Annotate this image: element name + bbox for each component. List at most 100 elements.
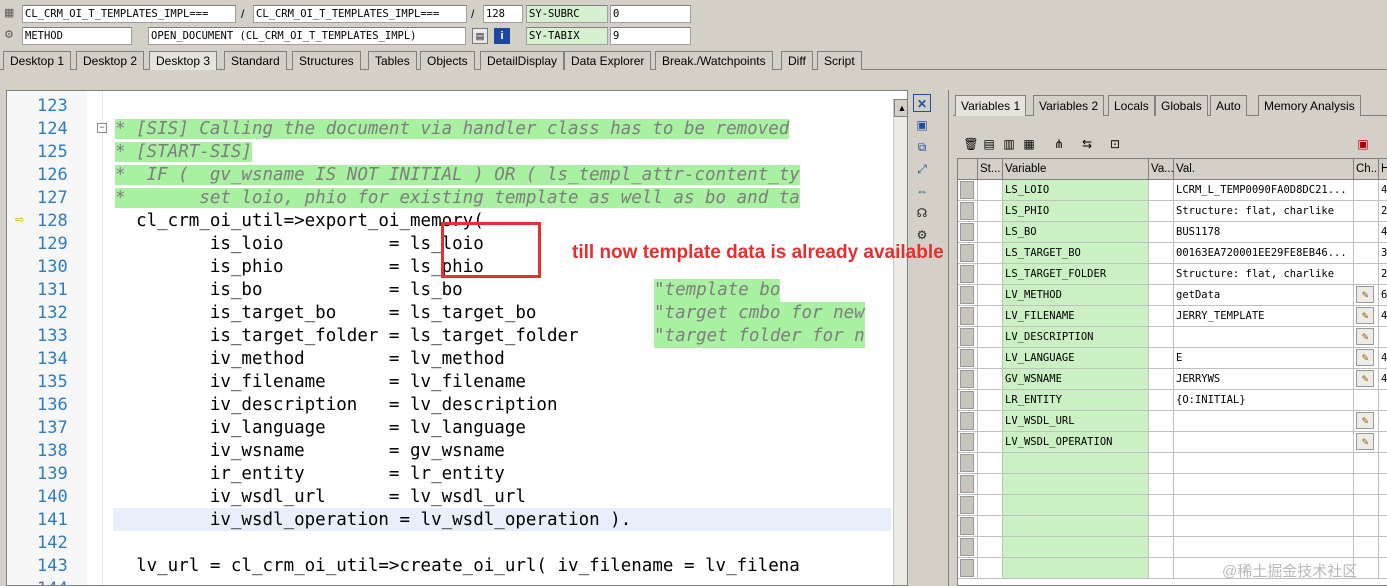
- code-line[interactable]: iv_language = lv_language: [115, 417, 526, 440]
- variable-name-cell[interactable]: LS_PHIO: [1003, 201, 1149, 222]
- variable-value-cell[interactable]: [1174, 474, 1354, 495]
- tab-standard[interactable]: Standard: [224, 51, 287, 70]
- variable-value-cell[interactable]: [1174, 453, 1354, 474]
- row-select-handle[interactable]: [960, 538, 974, 556]
- edit-pencil-icon[interactable]: ✎: [1356, 349, 1374, 366]
- variable-value-cell[interactable]: 00163EA720001EE29FE8EB46...: [1174, 243, 1354, 264]
- new-tool-icon[interactable]: ▣: [913, 116, 931, 134]
- variable-value-cell[interactable]: [1174, 411, 1354, 432]
- code-line[interactable]: lv_url = cl_crm_oi_util=>create_oi_url( …: [115, 555, 800, 578]
- navigate-icon[interactable]: ⇆: [1079, 136, 1095, 152]
- variable-name-cell[interactable]: LS_BO: [1003, 222, 1149, 243]
- row-select-handle[interactable]: [960, 265, 974, 283]
- source-code-editor[interactable]: 123 124 * [SIS] Calling the document via h…: [6, 90, 908, 586]
- row-select-handle[interactable]: [960, 433, 974, 451]
- edit-pencil-icon[interactable]: ✎: [1356, 307, 1374, 324]
- tab-auto[interactable]: Auto: [1210, 95, 1247, 116]
- row-select-handle[interactable]: [960, 517, 974, 535]
- variable-name-cell[interactable]: LR_ENTITY: [1003, 390, 1149, 411]
- variable-value-cell[interactable]: [1174, 495, 1354, 516]
- line-number-field[interactable]: 128: [483, 5, 523, 23]
- tab-diff[interactable]: Diff: [781, 51, 813, 70]
- tab-variables-1[interactable]: Variables 1: [955, 95, 1027, 116]
- code-line[interactable]: cl_crm_oi_util=>export_oi_memory(: [115, 210, 484, 233]
- row-select-handle[interactable]: [960, 454, 974, 472]
- variable-name-cell[interactable]: GV_WSNAME: [1003, 369, 1149, 390]
- variable-value-cell[interactable]: [1174, 537, 1354, 558]
- tab-locals[interactable]: Locals: [1108, 95, 1155, 116]
- code-line[interactable]: ir_entity = lr_entity: [115, 463, 505, 486]
- variable-name-cell[interactable]: LV_METHOD: [1003, 285, 1149, 306]
- info-icon[interactable]: i: [494, 28, 510, 44]
- variable-name-cell[interactable]: LS_TARGET_FOLDER: [1003, 264, 1149, 285]
- scroll-up-icon[interactable]: ▲: [894, 99, 907, 117]
- code-line[interactable]: is_bo = ls_bo: [115, 279, 463, 302]
- settings-icon[interactable]: ⚙: [913, 226, 931, 244]
- edit-pencil-icon[interactable]: ✎: [1356, 370, 1374, 387]
- row-select-handle[interactable]: [960, 559, 974, 577]
- tab-script[interactable]: Script: [817, 51, 862, 70]
- folder-icon[interactable]: ⊡: [1107, 136, 1123, 152]
- code-line[interactable]: iv_wsdl_operation = lv_wsdl_operation ).: [115, 509, 631, 532]
- variable-value-cell[interactable]: getData: [1174, 285, 1354, 306]
- tab-structures[interactable]: Structures: [292, 51, 361, 70]
- edit-pencil-icon[interactable]: ✎: [1356, 412, 1374, 429]
- row-select-handle[interactable]: [960, 412, 974, 430]
- column-header-status[interactable]: St...: [978, 159, 1003, 180]
- row-select-handle[interactable]: [960, 475, 974, 493]
- row-select-handle[interactable]: [960, 370, 974, 388]
- row-select-handle[interactable]: [960, 223, 974, 241]
- row-select-handle[interactable]: [960, 391, 974, 409]
- column-header-variable[interactable]: Variable: [1003, 159, 1149, 180]
- code-line[interactable]: is_target_bo = ls_target_bo: [115, 302, 537, 325]
- tab-tables[interactable]: Tables: [368, 51, 417, 70]
- tab-objects[interactable]: Objects: [420, 51, 475, 70]
- save-icon[interactable]: ▣: [1355, 136, 1371, 152]
- variable-name-cell[interactable]: [1003, 453, 1149, 474]
- row-select-handle[interactable]: [960, 244, 974, 262]
- code-line[interactable]: iv_filename = lv_filename: [115, 371, 526, 394]
- column-header-change[interactable]: Ch...: [1354, 159, 1379, 180]
- tab-globals[interactable]: Globals: [1155, 95, 1208, 116]
- tab-desktop-1[interactable]: Desktop 1: [3, 51, 72, 70]
- close-icon[interactable]: ✕: [913, 94, 931, 112]
- program-field[interactable]: CL_CRM_OI_T_TEMPLATES_IMPL===: [22, 5, 236, 23]
- include-field[interactable]: CL_CRM_OI_T_TEMPLATES_IMPL===: [253, 5, 467, 23]
- row-select-handle[interactable]: [960, 202, 974, 220]
- tab-desktop-3[interactable]: Desktop 3: [149, 51, 218, 70]
- tab-detail-display[interactable]: DetailDisplay: [480, 51, 565, 70]
- tab-desktop-2[interactable]: Desktop 2: [76, 51, 145, 70]
- row-select-handle[interactable]: [960, 349, 974, 367]
- column-header-hex[interactable]: H: [1379, 159, 1387, 180]
- edit-pencil-icon[interactable]: ✎: [1356, 286, 1374, 303]
- event-name-field[interactable]: OPEN_DOCUMENT (CL_CRM_OI_T_TEMPLATES_IMP…: [148, 27, 466, 45]
- variable-name-cell[interactable]: LS_TARGET_BO: [1003, 243, 1149, 264]
- column-header-value[interactable]: Val.: [1174, 159, 1354, 180]
- variable-value-cell[interactable]: Structure: flat, charlike: [1174, 201, 1354, 222]
- code-line[interactable]: * set loio, phio for existing template a…: [115, 187, 800, 210]
- variable-name-cell[interactable]: LV_LANGUAGE: [1003, 348, 1149, 369]
- services-icon[interactable]: ☊: [913, 204, 931, 222]
- load-icon[interactable]: ▤: [981, 136, 997, 152]
- code-line[interactable]: is_target_folder = ls_target_folder: [115, 325, 579, 348]
- edit-pencil-icon[interactable]: ✎: [1356, 328, 1374, 345]
- maximize-icon[interactable]: ⤢: [913, 160, 931, 178]
- variable-value-cell[interactable]: [1174, 516, 1354, 537]
- code-line[interactable]: * [SIS] Calling the document via handler…: [115, 118, 790, 141]
- variable-name-cell[interactable]: LV_WSDL_OPERATION: [1003, 432, 1149, 453]
- column-header-value-type[interactable]: Va...: [1149, 159, 1174, 180]
- code-line[interactable]: is_loio = ls_loio: [115, 233, 484, 256]
- collapse-icon[interactable]: −: [97, 123, 107, 133]
- variable-name-cell[interactable]: LV_FILENAME: [1003, 306, 1149, 327]
- variable-name-cell[interactable]: [1003, 474, 1149, 495]
- variable-name-cell[interactable]: [1003, 516, 1149, 537]
- variable-name-cell[interactable]: [1003, 558, 1149, 579]
- editor-scrollbar[interactable]: ▲: [893, 99, 907, 585]
- variable-name-cell[interactable]: [1003, 495, 1149, 516]
- code-line[interactable]: iv_wsdl_url = lv_wsdl_url: [115, 486, 526, 509]
- variable-value-cell[interactable]: E: [1174, 348, 1354, 369]
- code-line[interactable]: * IF ( gv_wsname IS NOT INITIAL ) OR ( l…: [115, 164, 800, 187]
- variable-name-cell[interactable]: [1003, 537, 1149, 558]
- code-line[interactable]: * [START-SIS]: [115, 141, 252, 164]
- variable-value-cell[interactable]: Structure: flat, charlike: [1174, 264, 1354, 285]
